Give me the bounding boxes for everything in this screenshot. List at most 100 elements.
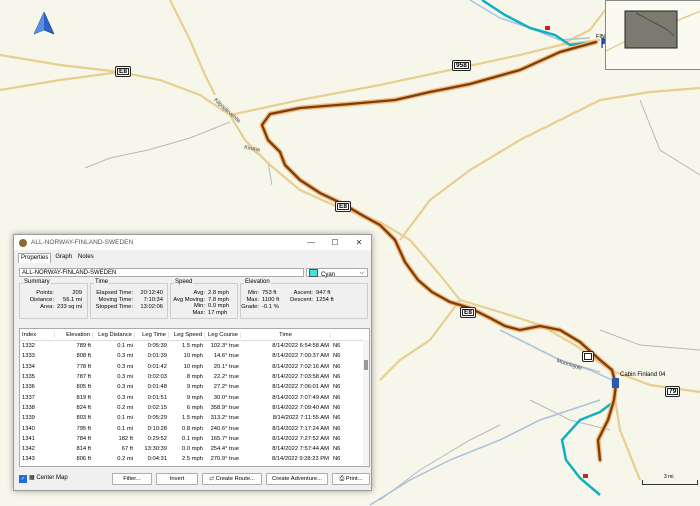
map-label-cabin[interactable]: Cabin Finland 04 xyxy=(620,372,665,378)
table-row[interactable]: 1336 805 ft 0.3 mi 0:01:48 9 mph 27.2° true 8/… xyxy=(20,382,369,392)
table-cell: 0.2 mi xyxy=(117,404,133,411)
col-index[interactable]: Index xyxy=(20,331,55,338)
road-shield-e8-low: E8 xyxy=(460,307,476,318)
table-row[interactable]: 1341 784 ft 182 ft 0:29:52 0.1 mph 165.7° tru… xyxy=(20,434,369,444)
track-name-input[interactable]: ALL-NORWAY-FINLAND-SWEDEN xyxy=(19,268,304,277)
time-title: Time xyxy=(94,279,110,285)
table-row[interactable]: 1338 824 ft 0.2 mi 0:02:15 6 mph 358.9° true 8… xyxy=(20,403,369,413)
minimize-button[interactable]: — xyxy=(299,235,323,250)
road-shield-958: 958 xyxy=(452,60,471,71)
color-dropdown[interactable]: Cyan ⌵ xyxy=(306,268,368,278)
bottom-bar: ✓ ▦ Center Map Filter... Invert ⇄ Create… xyxy=(19,473,370,485)
table-row[interactable]: 1340 795 ft 0.1 mi 0:10:28 0.8 mph 240.6° tru… xyxy=(20,423,369,433)
col-leg-speed[interactable]: Leg Speed xyxy=(169,331,205,338)
maximize-button[interactable]: ☐ xyxy=(323,235,347,250)
grade-label: Grade: xyxy=(241,304,259,310)
table-cell: 0:01:51 xyxy=(147,394,167,401)
table-row[interactable]: 1343 806 ft 0.2 mi 0:04:31 2.5 mph 270.9° tru… xyxy=(20,454,369,464)
table-row[interactable]: 1342 814 ft 67 ft 13:30:39 0.0 mph 254.4° tru… xyxy=(20,444,369,454)
create-route-button[interactable]: ⇄ Create Route... xyxy=(202,473,262,485)
filter-button[interactable]: Filter... xyxy=(112,473,152,485)
table-cell: 0:01:42 xyxy=(147,363,167,370)
table-cell: 1339 xyxy=(22,415,35,422)
track-properties-window[interactable]: ALL-NORWAY-FINLAND-SWEDEN — ☐ ✕ Properti… xyxy=(13,234,372,491)
avg-speed-value: 2.8 mph xyxy=(208,290,229,296)
table-cell: 30.0° true xyxy=(213,394,239,401)
table-cell: 1333 xyxy=(22,353,35,360)
invert-button[interactable]: Invert xyxy=(156,473,198,485)
create-route-text: Create Route... xyxy=(215,476,255,482)
moving-label: Moving Time: xyxy=(98,297,133,303)
table-cell: 102.3° true xyxy=(210,343,239,350)
trackpoints-table[interactable]: Index Elevation Leg Distance Leg Time Le… xyxy=(19,328,370,467)
print-button[interactable]: ⎙ Print... xyxy=(332,473,370,485)
table-row[interactable]: 1337 819 ft 0.3 mi 0:01:51 9 mph 30.0° true 8/… xyxy=(20,392,369,402)
table-row[interactable]: 1332 789 ft 0.1 mi 0:05:39 1.5 mph 102.3° tru… xyxy=(20,341,369,351)
table-cell: 0:29:52 xyxy=(147,435,167,442)
table-cell: 1343 xyxy=(22,456,35,463)
table-cell: 0.1 mph xyxy=(182,435,203,442)
speed-title: Speed xyxy=(174,279,194,285)
table-cell: 20.1° true xyxy=(213,363,239,370)
tab-properties[interactable]: Properties xyxy=(18,253,52,263)
table-header: Index Elevation Leg Distance Leg Time Le… xyxy=(20,329,369,341)
col-elevation[interactable]: Elevation xyxy=(55,331,93,338)
create-adventure-button[interactable]: Create Adventure... xyxy=(266,473,328,485)
center-map-checkbox[interactable]: ✓ xyxy=(19,475,27,483)
col-leg-distance[interactable]: Leg Distance xyxy=(93,331,135,338)
close-button[interactable]: ✕ xyxy=(347,235,371,250)
elevation-group: Elevation Min: 753 ft Max: 1100 ft Grade: -… xyxy=(240,279,368,319)
overview-inset[interactable] xyxy=(605,0,700,70)
table-cell: 824 ft xyxy=(76,404,91,411)
table-row[interactable]: 1339 803 ft 0.1 mi 0:05:29 1.5 mph 313.2° tru… xyxy=(20,413,369,423)
table-cell: N6 xyxy=(333,425,341,432)
table-cell: 0.3 mi xyxy=(117,353,133,360)
window-titlebar[interactable]: ALL-NORWAY-FINLAND-SWEDEN — ☐ ✕ xyxy=(14,235,371,250)
table-cell: 789 ft xyxy=(76,343,91,350)
table-body: 1332 789 ft 0.1 mi 0:05:39 1.5 mph 102.3° tru… xyxy=(20,341,369,465)
ascent-label: Ascent: xyxy=(293,290,313,296)
tab-graph[interactable]: Graph xyxy=(53,253,74,263)
col-leg-time[interactable]: Leg Time xyxy=(135,331,169,338)
table-cell: N6 xyxy=(333,353,341,360)
descent-value: 1254 ft xyxy=(316,297,334,303)
tab-notes[interactable]: Notes xyxy=(76,253,96,263)
center-map-label[interactable]: ▦ Center Map xyxy=(29,474,68,481)
table-cell: 1337 xyxy=(22,394,35,401)
table-cell: 240.6° true xyxy=(210,425,239,432)
scroll-thumb[interactable] xyxy=(364,360,368,370)
table-cell: 0.3 mi xyxy=(117,394,133,401)
col-time[interactable]: Time xyxy=(241,331,331,338)
table-cell: 8/14/2022 7:06:01 AM xyxy=(272,384,329,391)
table-cell: 0.2 mi xyxy=(117,456,133,463)
table-row[interactable]: 1335 787 ft 0.3 mi 0:02:03 8 mph 22.2° true 8/… xyxy=(20,372,369,382)
elev-max-label: Max: xyxy=(246,297,259,303)
table-cell: 254.4° true xyxy=(210,446,239,453)
col-leg-course[interactable]: Leg Course xyxy=(205,331,241,338)
table-cell: 778 ft xyxy=(76,363,91,370)
road-shield-e8-mid: E8 xyxy=(335,201,351,212)
color-swatch xyxy=(309,269,318,277)
table-cell: 784 ft xyxy=(76,435,91,442)
table-cell: N6 xyxy=(333,394,341,401)
table-cell: N6 xyxy=(333,374,341,381)
table-cell: 0.8 mph xyxy=(182,425,203,432)
table-cell: N6 xyxy=(333,404,341,411)
table-cell: 8/14/2022 7:03:58 AM xyxy=(272,374,329,381)
table-cell: 814 ft xyxy=(76,446,91,453)
grade-value: -0.1 % xyxy=(262,304,279,310)
vertical-scrollbar[interactable] xyxy=(363,340,369,465)
table-row[interactable]: 1333 808 ft 0.3 mi 0:01:39 10 mph 14.6° true 8… xyxy=(20,351,369,361)
table-cell: 8/14/2022 7:57:44 AM xyxy=(272,446,329,453)
print-text: Print... xyxy=(345,476,363,482)
color-value: Cyan xyxy=(321,272,336,278)
max-speed-value: 17 mph xyxy=(208,309,228,316)
table-cell: 8/14/2022 7:09:40 AM xyxy=(272,404,329,411)
table-row[interactable]: 1334 778 ft 0.3 mi 0:01:42 10 mph 20.1° true 8… xyxy=(20,362,369,372)
elev-max-value: 1100 ft xyxy=(262,297,280,303)
table-cell: 13:30:39 xyxy=(144,446,167,453)
table-cell: N6 xyxy=(333,343,341,350)
table-cell: 803 ft xyxy=(76,415,91,422)
table-cell: N6 xyxy=(333,435,341,442)
table-cell: 313.2° true xyxy=(210,415,239,422)
